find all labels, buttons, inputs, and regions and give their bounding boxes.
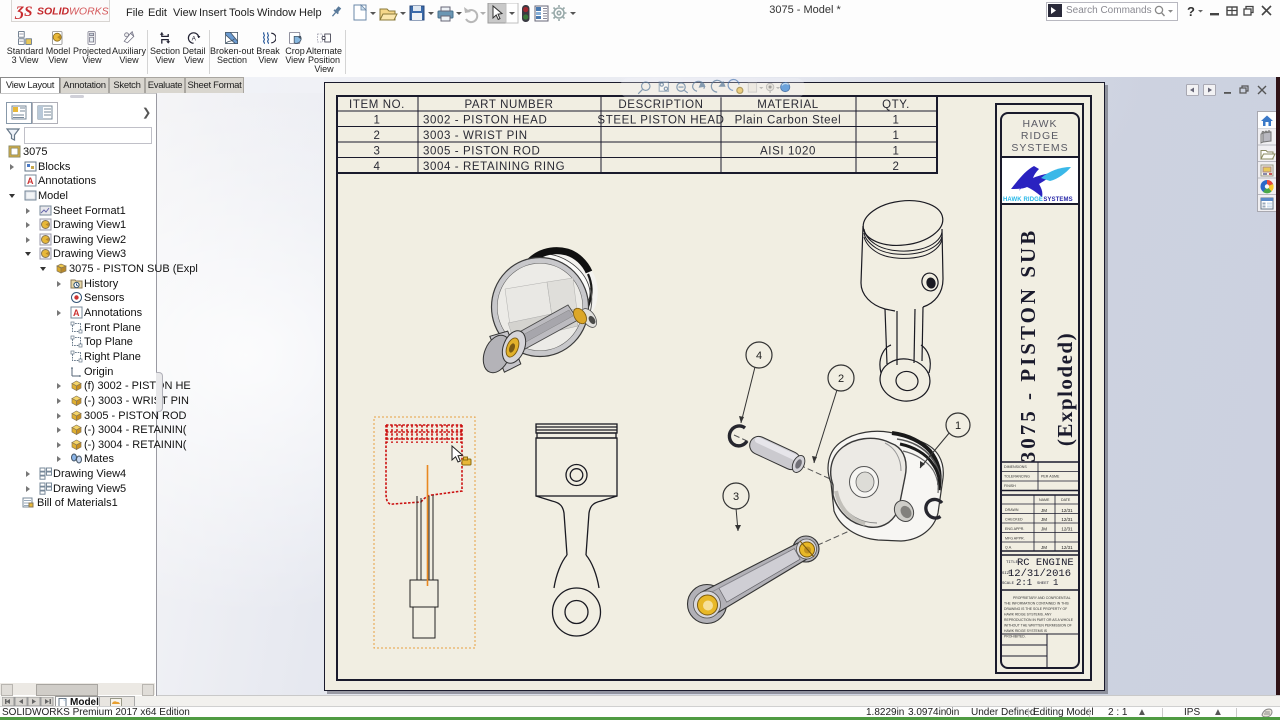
svg-text:WITHOUT THE WRITTEN PERMISSION: WITHOUT THE WRITTEN PERMISSION OF [1004,624,1072,628]
svg-text:NAME: NAME [1039,498,1050,502]
svg-text:12/31: 12/31 [1061,527,1073,532]
svg-text:1: 1 [893,146,900,158]
svg-text:1: 1 [1053,578,1058,588]
svg-text:CHECKED: CHECKED [1005,518,1023,522]
svg-text:12/31: 12/31 [1061,517,1073,522]
svg-text:(Exploded): (Exploded) [1053,332,1077,446]
svg-text:?: ? [1187,4,1195,19]
svg-text:4: 4 [756,350,762,362]
svg-text:2: 2 [893,161,900,173]
svg-text:DRAWN: DRAWN [1005,508,1019,512]
svg-text:A: A [192,35,197,42]
svg-text:1: 1 [955,420,961,432]
svg-text:DESCRIPTION: DESCRIPTION [618,99,703,111]
svg-text:HAWK RIDGE SYSTEMS IS: HAWK RIDGE SYSTEMS IS [1004,629,1048,633]
svg-text:FINISH: FINISH [1004,484,1016,488]
svg-text:A: A [73,308,80,318]
svg-text:WORKS: WORKS [69,6,109,18]
svg-text:SOLID: SOLID [37,6,70,18]
svg-text:STEEL PISTON HEAD: STEEL PISTON HEAD [597,115,724,127]
svg-text:A: A [27,176,34,186]
svg-text:PER ASME: PER ASME [1041,475,1060,479]
svg-text:3004 - RETAINING RING: 3004 - RETAINING RING [423,161,565,173]
svg-text:JM: JM [1041,508,1047,513]
svg-text:HAWK RIDGE SYSTEMS. ANY: HAWK RIDGE SYSTEMS. ANY [1004,613,1052,617]
svg-text:2: 2 [838,373,844,385]
svg-text:REPRODUCTION IN PART OR AS A W: REPRODUCTION IN PART OR AS A WHOLE [1004,618,1074,622]
svg-text:Q.A.: Q.A. [1005,546,1012,550]
svg-text:ITEM NO.: ITEM NO. [349,99,405,111]
svg-text:3075 - PISTON SUB: 3075 - PISTON SUB [1016,228,1040,462]
svg-text:HAWK: HAWK [1022,118,1057,130]
svg-text:THE INFORMATION CONTAINED IN T: THE INFORMATION CONTAINED IN THIS [1004,602,1070,606]
svg-text:SYSTEMS: SYSTEMS [1011,142,1068,154]
svg-text:JM: JM [1041,527,1047,532]
svg-text:3: 3 [374,146,381,158]
svg-text:PROHIBITED.: PROHIBITED. [1004,635,1026,639]
svg-text:MFG APPR.: MFG APPR. [1005,537,1025,541]
svg-text:MATERIAL: MATERIAL [757,99,818,111]
svg-text:JM: JM [1041,545,1047,550]
svg-text:3002 - PISTON HEAD: 3002 - PISTON HEAD [423,115,547,127]
svg-text:1: 1 [893,130,900,142]
svg-text:12/31: 12/31 [1061,545,1073,550]
svg-text:AISI 1020: AISI 1020 [760,146,816,158]
svg-text:TOLERANCING: TOLERANCING [1004,475,1030,479]
svg-text:DIMENSIONS: DIMENSIONS [1004,465,1027,469]
svg-text:SCALE: SCALE [1002,582,1015,586]
svg-text:3005 - PISTON ROD: 3005 - PISTON ROD [423,146,540,158]
svg-text:RIDGE: RIDGE [1021,130,1059,142]
svg-text:3003 - WRIST PIN: 3003 - WRIST PIN [423,130,528,142]
svg-text:ENG APPR.: ENG APPR. [1005,527,1024,531]
svg-text:2:1: 2:1 [1016,578,1032,588]
svg-text:12/31: 12/31 [1061,508,1073,513]
svg-text:PART NUMBER: PART NUMBER [464,99,553,111]
svg-text:HAWK RIDGE: HAWK RIDGE [1003,197,1043,203]
svg-text:SYSTEMS: SYSTEMS [1043,197,1072,203]
svg-text:DATE: DATE [1061,498,1071,502]
svg-text:QTY.: QTY. [882,99,910,111]
svg-text:1: 1 [893,115,900,127]
svg-text:JM: JM [1041,517,1047,522]
svg-text:PROPRIETARY AND CONFIDENTIAL: PROPRIETARY AND CONFIDENTIAL [1013,596,1071,600]
svg-text:3: 3 [733,491,739,503]
svg-text:4: 4 [374,161,381,173]
svg-text:1: 1 [374,115,381,127]
svg-text:SHEET: SHEET [1037,582,1050,586]
svg-text:DRAWING IS THE SOLE PROPERTY O: DRAWING IS THE SOLE PROPERTY OF [1004,607,1067,611]
svg-text:2: 2 [374,130,381,142]
svg-text:ƷS: ƷS [14,4,32,20]
svg-text:Plain Carbon Steel: Plain Carbon Steel [735,115,842,127]
